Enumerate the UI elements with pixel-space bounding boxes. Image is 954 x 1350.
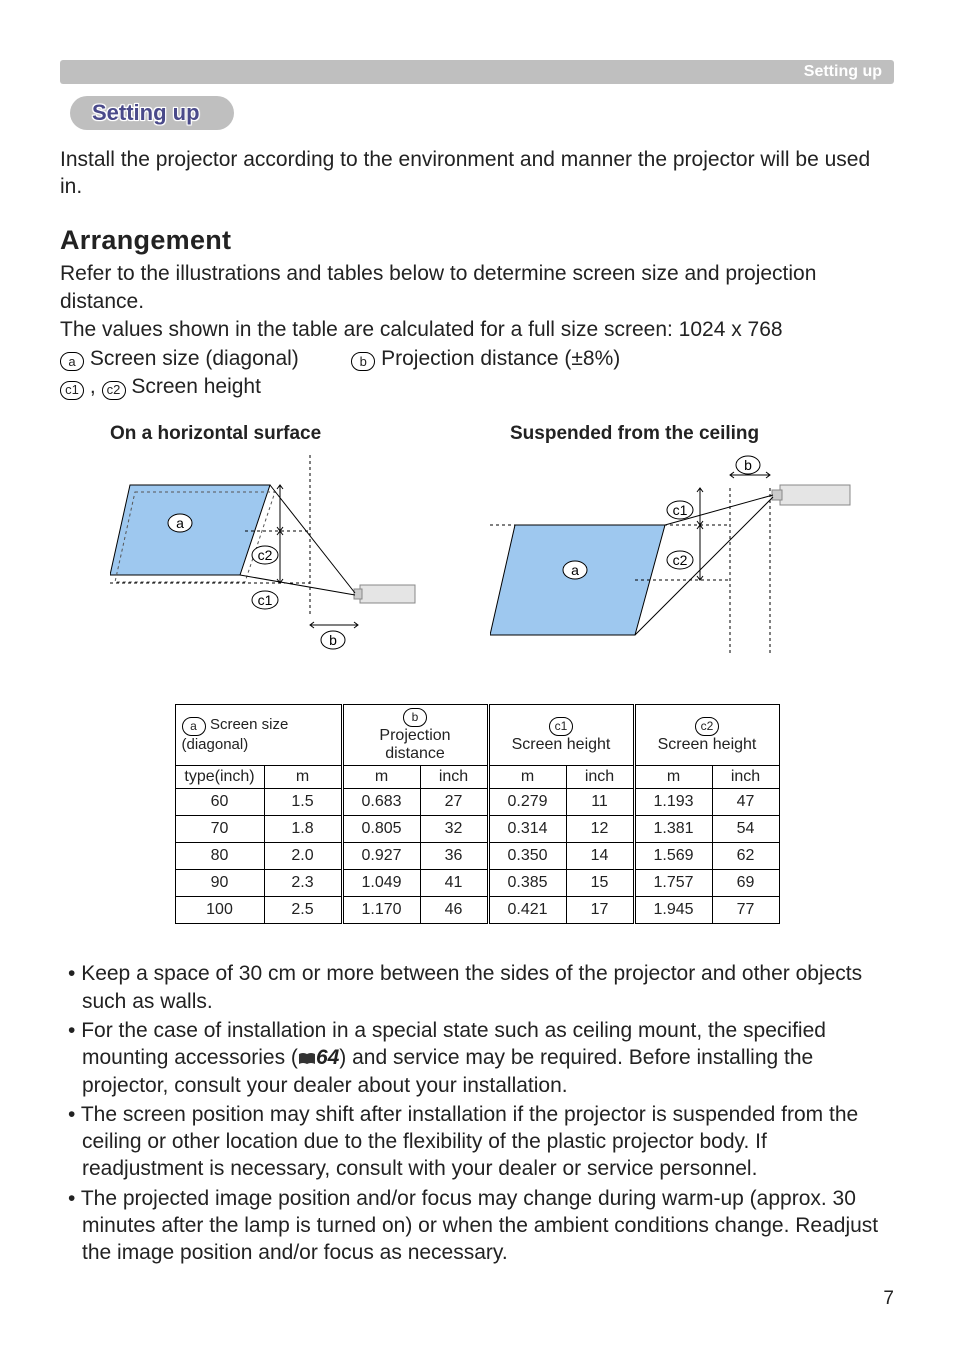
note-1: • Keep a space of 30 cm or more between … <box>60 960 894 1015</box>
svg-text:c1: c1 <box>673 502 688 518</box>
projection-table: a Screen size(diagonal) bProjection dist… <box>175 704 780 924</box>
header-bar: Setting up <box>60 60 894 84</box>
svg-text:a: a <box>571 562 579 578</box>
def-a: Screen size (diagonal) <box>84 347 299 370</box>
table-row: 902.31.049410.385151.75769 <box>175 870 779 897</box>
table-row: 701.80.805320.314121.38154 <box>175 816 779 843</box>
arrangement-text: Refer to the illustrations and tables be… <box>60 260 894 402</box>
svg-text:b: b <box>329 632 337 648</box>
table-row: 802.00.927360.350141.56962 <box>175 843 779 870</box>
table-row: 1002.51.170460.421171.94577 <box>175 897 779 924</box>
svg-text:a: a <box>176 515 184 531</box>
svg-text:b: b <box>744 457 752 473</box>
svg-text:c2: c2 <box>258 547 273 563</box>
illustration-ceiling: b c1 c2 a <box>490 455 890 665</box>
label-b-icon: b <box>351 352 375 371</box>
label-c1-icon: c1 <box>60 381 84 400</box>
illus-right-title: Suspended from the ceiling <box>490 423 890 445</box>
section-pill: Setting up <box>70 96 234 130</box>
table-row: 601.50.683270.279111.19347 <box>175 789 779 816</box>
illustration-horizontal: a c2 c1 b <box>110 455 430 655</box>
arrangement-para1: Refer to the illustrations and tables be… <box>60 260 894 317</box>
arrangement-title: Arrangement <box>60 225 894 256</box>
def-c: Screen height <box>126 375 261 398</box>
page-number: 7 <box>883 1288 894 1310</box>
header-tab-label: Setting up <box>804 63 882 81</box>
section-pill-text: Setting up <box>92 100 200 126</box>
label-c2-icon: c2 <box>102 381 126 400</box>
svg-text:c2: c2 <box>673 552 688 568</box>
book-icon <box>298 1052 316 1066</box>
note-4: • The projected image position and/or fo… <box>60 1185 894 1267</box>
note-3: • The screen position may shift after in… <box>60 1101 894 1183</box>
illus-left-title: On a horizontal surface <box>110 423 430 445</box>
intro-paragraph: Install the projector according to the e… <box>60 146 894 201</box>
svg-text:c1: c1 <box>258 592 273 608</box>
notes-list: • Keep a space of 30 cm or more between … <box>60 960 894 1266</box>
def-b: Projection distance (±8%) <box>375 347 620 370</box>
note-2: • For the case of installation in a spec… <box>60 1017 894 1099</box>
label-a-icon: a <box>60 352 84 371</box>
arrangement-para2: The values shown in the table are calcul… <box>60 316 894 344</box>
